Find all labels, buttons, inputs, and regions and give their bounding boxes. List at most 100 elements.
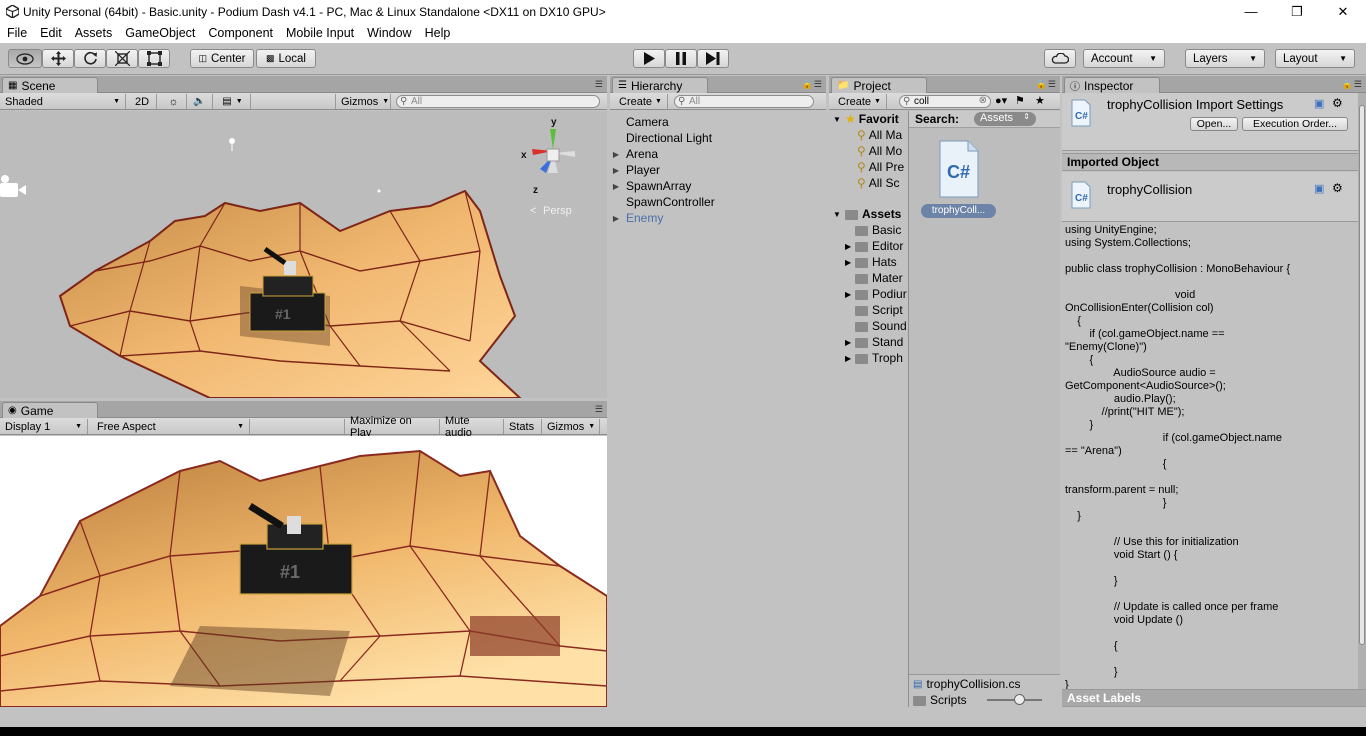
tree-arrow-icon[interactable]: ▶ <box>610 214 622 223</box>
pause-button[interactable] <box>665 49 697 68</box>
scene-gizmos-dropdown[interactable]: Gizmos ▼ <box>335 94 391 109</box>
close-window-button[interactable]: ✕ <box>1320 0 1366 23</box>
open-script-button[interactable]: Open... <box>1190 117 1238 131</box>
asset-folder[interactable]: ▶ Hats <box>845 254 897 270</box>
scale-tool-button[interactable] <box>106 49 138 68</box>
asset-folder[interactable]: ▶ Editor <box>845 238 903 254</box>
menu-help[interactable]: Help <box>418 26 457 40</box>
tree-arrow-icon[interactable]: ▶ <box>610 150 622 159</box>
lock-icon[interactable]: 🔒☰ <box>1036 79 1057 90</box>
rotate-tool-button[interactable] <box>74 49 106 68</box>
pivot-local-button[interactable]: ▩ Local <box>256 49 316 68</box>
clear-search-icon[interactable]: ⊗ <box>979 95 987 106</box>
menu-assets[interactable]: Assets <box>68 26 119 40</box>
asset-labels-header[interactable]: Asset Labels <box>1062 689 1366 707</box>
hierarchy-item-arena[interactable]: ▶ Arena <box>610 146 658 162</box>
settings-icon[interactable]: ⚙ <box>1332 181 1343 195</box>
tree-arrow-icon[interactable]: ▶ <box>610 182 622 191</box>
menu-gameobject[interactable]: GameObject <box>118 26 201 40</box>
hierarchy-item-player[interactable]: ▶ Player <box>610 162 660 178</box>
scene-search-input[interactable]: ⚲ All <box>396 95 600 108</box>
asset-folder[interactable]: Mater <box>845 270 903 286</box>
inspector-scrollbar[interactable] <box>1358 93 1366 690</box>
tree-arrow-icon[interactable]: ▶ <box>845 338 855 347</box>
menu-component[interactable]: Component <box>201 26 279 40</box>
shading-mode-dropdown[interactable]: Shaded ▼ <box>0 94 126 109</box>
minimize-button[interactable]: — <box>1228 0 1274 23</box>
asset-result-label[interactable]: trophyColl... <box>921 204 996 218</box>
assets-header[interactable]: ▼ Assets <box>833 206 901 222</box>
asset-folder[interactable]: Script <box>845 302 903 318</box>
tree-arrow-icon[interactable]: ▼ <box>833 210 845 219</box>
star-icon[interactable]: ★ <box>1035 94 1045 107</box>
asset-folder[interactable]: Sound <box>845 318 907 334</box>
favorite-item[interactable]: ⚲ All Pre <box>857 159 904 175</box>
asset-folder[interactable]: ▶ Stand <box>845 334 903 350</box>
maximize-on-play-toggle[interactable]: Maximize on Play <box>344 415 440 439</box>
tree-arrow-icon[interactable]: ▶ <box>845 242 855 251</box>
scene-viewport[interactable]: #1 y x z Persp < <box>0 111 607 398</box>
tab-project[interactable]: 📁 Project <box>831 77 927 93</box>
favorite-item[interactable]: ⚲ All Mo <box>857 143 902 159</box>
filter-type-icon[interactable]: ●▾ <box>995 94 1007 107</box>
tree-arrow-icon[interactable]: ▶ <box>845 290 855 299</box>
hierarchy-item-directional-light[interactable]: Directional Light <box>610 130 712 146</box>
tab-hierarchy[interactable]: ☰ Hierarchy <box>612 77 708 93</box>
project-search-input[interactable]: ⚲ coll ⊗ <box>899 95 991 108</box>
rect-tool-button[interactable] <box>138 49 170 68</box>
tree-arrow-icon[interactable]: ▶ <box>845 354 855 363</box>
tree-arrow-icon[interactable]: ▶ <box>845 258 855 267</box>
lock-icon[interactable]: 🔒☰ <box>802 79 823 90</box>
asset-result-trophycollision[interactable]: C# <box>934 139 982 199</box>
persp-label[interactable]: Persp <box>543 205 572 217</box>
help-icon[interactable]: ▣ <box>1314 182 1324 195</box>
pivot-center-button[interactable]: ◫ Center <box>190 49 254 68</box>
tree-arrow-icon[interactable]: ▶ <box>610 166 622 175</box>
view-tool-button[interactable] <box>8 49 42 68</box>
asset-folder[interactable]: Basic <box>845 222 901 238</box>
asset-folder[interactable]: ▶ Troph <box>845 350 903 366</box>
hierarchy-item-spawncontroller[interactable]: SpawnController <box>610 194 715 210</box>
tab-game[interactable]: ◉ Game <box>2 402 98 418</box>
tab-inspector[interactable]: ⓘ Inspector <box>1064 77 1160 93</box>
layout-dropdown[interactable]: Layout ▼ <box>1275 49 1355 68</box>
restore-button[interactable]: ❐ <box>1274 0 1320 23</box>
menu-edit[interactable]: Edit <box>33 26 68 40</box>
hierarchy-item-enemy[interactable]: ▶ Enemy <box>610 210 663 226</box>
step-button[interactable] <box>697 49 729 68</box>
orientation-gizmo[interactable] <box>532 129 575 173</box>
search-scope-assets-pill[interactable]: Assets ⇕ <box>974 112 1036 126</box>
effects-dropdown[interactable]: ▤ ▼ <box>215 94 251 109</box>
filter-label-icon[interactable]: ⚑ <box>1015 94 1025 107</box>
cloud-services-button[interactable] <box>1044 49 1076 68</box>
help-icon[interactable]: ▣ <box>1314 97 1324 110</box>
menu-file[interactable]: File <box>0 26 33 40</box>
display-dropdown[interactable]: Display 1 ▼ <box>0 419 88 434</box>
lighting-toggle[interactable]: ☼ <box>161 94 187 109</box>
project-create-dropdown[interactable]: Create ▼ <box>833 94 887 109</box>
lock-icon[interactable]: 🔒☰ <box>1342 79 1363 90</box>
selected-file-folder[interactable]: Scripts <box>913 693 967 707</box>
favorite-item[interactable]: ⚲ All Ma <box>857 127 902 143</box>
2d-toggle[interactable]: 2D <box>130 94 157 109</box>
selected-file-path[interactable]: ▤ trophyCollision.cs <box>913 677 1021 691</box>
hierarchy-item-spawnarray[interactable]: ▶ SpawnArray <box>610 178 691 194</box>
panel-menu-icon[interactable]: ☰ <box>595 79 604 90</box>
icon-size-slider-handle[interactable] <box>1014 694 1025 705</box>
stats-toggle[interactable]: Stats <box>504 419 542 434</box>
settings-icon[interactable]: ⚙ <box>1332 96 1343 110</box>
play-button[interactable] <box>633 49 665 68</box>
panel-menu-icon[interactable]: ☰ <box>595 404 604 415</box>
tab-scene[interactable]: ▦ Scene <box>2 77 98 93</box>
mute-audio-toggle[interactable]: Mute audio <box>440 415 504 439</box>
tree-arrow-icon[interactable]: ▼ <box>833 115 845 124</box>
hierarchy-item-camera[interactable]: Camera <box>610 114 669 130</box>
favorite-item[interactable]: ⚲ All Sc <box>857 175 899 191</box>
audio-toggle[interactable]: 🔈 <box>187 94 213 109</box>
game-viewport[interactable]: #1 <box>0 436 607 707</box>
aspect-dropdown[interactable]: Free Aspect ▼ <box>92 419 250 434</box>
hierarchy-search-input[interactable]: ⚲ All <box>674 95 814 108</box>
move-tool-button[interactable] <box>42 49 74 68</box>
execution-order-button[interactable]: Execution Order... <box>1242 117 1348 131</box>
scrollbar-thumb[interactable] <box>1359 105 1365 645</box>
